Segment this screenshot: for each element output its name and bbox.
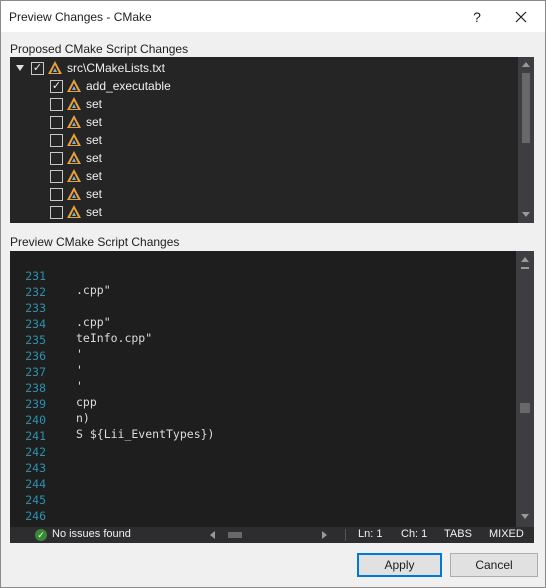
expand-collapse-icon[interactable] (16, 65, 24, 71)
cmake-command-icon (67, 79, 81, 92)
tree-root-row[interactable]: ✓ src\CMakeLists.txt (10, 59, 515, 77)
item-checkbox[interactable]: ✓ (50, 79, 63, 93)
apply-button[interactable]: Apply (357, 553, 442, 577)
cmake-command-icon (67, 133, 81, 146)
code-line: 241 (10, 415, 515, 443)
horizontal-scrollbar[interactable] (210, 529, 328, 541)
indent-mode[interactable]: TABS (444, 528, 472, 540)
tree-item[interactable]: set (10, 203, 515, 221)
preview-changes-dialog: Preview Changes - CMake ? Proposed CMake… (0, 0, 546, 588)
cmake-command-icon (67, 115, 81, 128)
scroll-right-arrow-icon[interactable] (322, 531, 327, 539)
editor-status-bar: ✓ No issues found Ln: 1 Ch: 1 TABS MIXED (10, 527, 534, 543)
tree-item-label: set (86, 133, 103, 147)
preview-changes-label: Preview CMake Script Changes (10, 235, 180, 249)
code-line: 236 ' (10, 335, 515, 377)
item-checkbox[interactable] (50, 169, 63, 183)
item-checkbox[interactable] (50, 151, 63, 165)
root-checkbox[interactable]: ✓ (31, 61, 44, 75)
tree-item[interactable]: set (10, 149, 515, 167)
tree-root-label: src\CMakeLists.txt (67, 61, 166, 75)
tree-item[interactable]: set (10, 131, 515, 149)
horizontal-scrollbar-thumb[interactable] (228, 532, 242, 538)
tree-item[interactable]: set (10, 113, 515, 131)
window-title: Preview Changes - CMake (9, 10, 152, 24)
code-line: 243 (10, 447, 515, 475)
tree-item-label: set (86, 187, 103, 201)
code-line: 242 (10, 431, 515, 459)
proposed-changes-label: Proposed CMake Script Changes (10, 42, 189, 56)
code-line: 232 (10, 271, 515, 299)
code-line: 233 .cpp" (10, 287, 515, 329)
title-bar: Preview Changes - CMake ? (1, 1, 545, 32)
help-button[interactable]: ? (462, 5, 492, 29)
item-checkbox[interactable] (50, 97, 63, 111)
code-line: 247 ' (10, 511, 515, 543)
scroll-down-arrow-icon[interactable] (521, 514, 529, 519)
tree-item[interactable]: set (10, 95, 515, 113)
scrollbar-thumb[interactable] (520, 403, 530, 413)
tree-item[interactable]: set (10, 167, 515, 185)
tree-item-label: add_executable (86, 79, 171, 93)
cmake-file-icon (48, 61, 62, 74)
tree-item[interactable]: set (10, 185, 515, 203)
scroll-position-marker (521, 267, 529, 269)
editor-vertical-scrollbar[interactable] (516, 251, 534, 527)
code-line: 235 ' (10, 319, 515, 361)
code-line: 234 teInfo.cpp" (10, 303, 515, 345)
preview-code-editor[interactable]: 231 .cpp" 232 233 .cpp" 234 teInfo.cpp" … (10, 251, 534, 543)
scrollbar-thumb[interactable] (522, 73, 530, 143)
item-checkbox[interactable] (50, 133, 63, 147)
tree-item-label: set (86, 97, 103, 111)
status-divider (345, 529, 346, 541)
tree-item-label: set (86, 151, 103, 165)
close-icon (515, 11, 527, 23)
item-checkbox[interactable] (50, 187, 63, 201)
cmake-command-icon (67, 205, 81, 218)
cmake-command-icon (67, 151, 81, 164)
cancel-button[interactable]: Cancel (450, 553, 538, 577)
item-checkbox[interactable] (50, 115, 63, 129)
scroll-left-arrow-icon[interactable] (210, 531, 215, 539)
item-checkbox[interactable] (50, 205, 63, 219)
issues-status[interactable]: No issues found (52, 528, 131, 540)
code-line: 237 ' (10, 351, 515, 393)
tree-item-label: set (86, 205, 103, 219)
line-ending-mode[interactable]: MIXED (489, 528, 524, 540)
tree-item[interactable]: ✓ add_executable (10, 77, 515, 95)
code-line: 244 (10, 463, 515, 491)
column-indicator[interactable]: Ch: 1 (401, 528, 427, 540)
code-line: 240 S ${Lii_EventTypes}) (10, 399, 515, 441)
tree-vertical-scrollbar[interactable] (518, 57, 534, 223)
close-button[interactable] (506, 5, 536, 29)
check-circle-icon: ✓ (35, 529, 47, 541)
code-line: 231 .cpp" (10, 255, 515, 297)
scroll-up-arrow-icon[interactable] (522, 62, 530, 67)
code-line: 245 (10, 479, 515, 507)
code-line: 239 n) (10, 383, 515, 425)
code-line: 238 cpp (10, 367, 515, 409)
tree-item-label: set (86, 115, 103, 129)
cmake-command-icon (67, 187, 81, 200)
tree-item-label: set (86, 169, 103, 183)
cmake-command-icon (67, 169, 81, 182)
proposed-changes-tree: ✓ src\CMakeLists.txt ✓ add_executable se… (10, 57, 534, 223)
code-line: 246 (10, 495, 515, 523)
scroll-down-arrow-icon[interactable] (522, 212, 530, 217)
line-indicator[interactable]: Ln: 1 (358, 528, 382, 540)
cmake-command-icon (67, 97, 81, 110)
scroll-up-arrow-icon[interactable] (521, 257, 529, 262)
